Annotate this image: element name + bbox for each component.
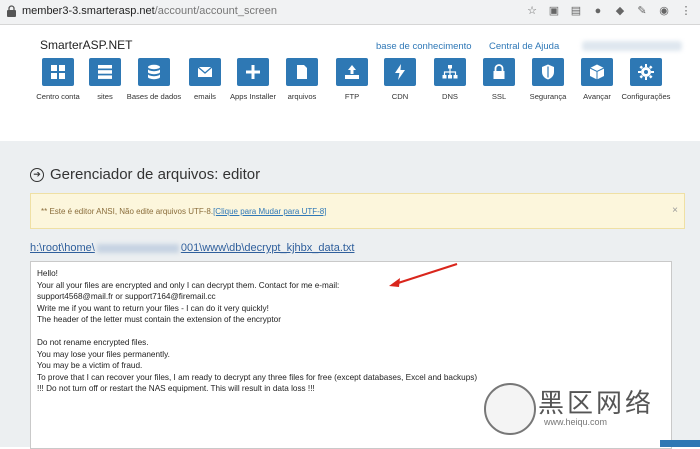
extension-icon[interactable]: ●	[592, 4, 604, 18]
envelope-icon	[197, 66, 213, 77]
extension-icon[interactable]: ◆	[614, 4, 626, 18]
warning-message: ** Este é editor ANSI, Não edite arquivo…	[41, 207, 326, 216]
file-path-link[interactable]: h:\root\home\ 001\www\db\decrypt_kjhbx_da…	[30, 242, 354, 254]
sitemap-icon	[442, 65, 458, 79]
grid-icon	[51, 65, 65, 79]
extension-icon[interactable]: ▤	[570, 4, 582, 18]
extension-icon[interactable]: ◉	[658, 4, 670, 18]
page-title-text: Gerenciador de arquivos: editor	[50, 166, 261, 183]
path-prefix: h:\root\home\	[30, 242, 95, 254]
url-path: /account/account_screen	[154, 5, 277, 17]
tool-configuracoes[interactable]: Configurações	[616, 58, 676, 102]
arrow-circle-icon: ➔	[30, 167, 44, 182]
site-logo[interactable]: SmarterASP.NET	[40, 38, 132, 52]
eyedropper-icon[interactable]: ✎	[636, 4, 648, 18]
user-account-blurred[interactable]	[582, 41, 682, 51]
bolt-icon	[395, 64, 405, 80]
lock-icon	[493, 64, 505, 79]
server-icon	[98, 65, 112, 79]
cube-icon	[589, 64, 605, 80]
browser-address-bar[interactable]: member3-3.smarterasp.net/account/account…	[0, 0, 700, 25]
menu-icon[interactable]: ⋮	[680, 4, 692, 18]
help-center-link[interactable]: Central de Ajuda	[489, 41, 559, 52]
watermark-logo	[484, 383, 536, 435]
path-suffix: 001\www\db\decrypt_kjhbx_data.txt	[180, 242, 355, 254]
watermark-url: www.heiqu.com	[544, 417, 608, 427]
extension-icon[interactable]: ▣	[548, 4, 560, 18]
knowledge-base-link[interactable]: base de conhecimento	[376, 41, 472, 52]
file-icon	[297, 65, 307, 79]
plus-icon	[246, 65, 260, 79]
editor-content[interactable]: Hello! Your all your files are encrypted…	[31, 262, 671, 401]
upload-icon	[345, 65, 359, 79]
red-arrow-annotation	[389, 262, 458, 287]
database-icon	[148, 64, 160, 80]
shield-icon	[542, 64, 554, 80]
switch-utf8-link[interactable]: [Clique para Mudar para UTF-8]	[213, 207, 326, 216]
warning-text: ** Este é editor ANSI, Não edite arquivo…	[41, 207, 214, 216]
watermark-title: 黑区网络	[538, 388, 655, 418]
close-icon[interactable]: ×	[672, 205, 678, 216]
warning-alert: ** Este é editor ANSI, Não edite arquivo…	[30, 193, 685, 229]
watermark: 黑区网络 www.heiqu.com	[482, 381, 697, 443]
url-text[interactable]: member3-3.smarterasp.net/account/account…	[22, 5, 277, 17]
gear-icon	[638, 64, 654, 80]
url-host: member3-3.smarterasp.net	[22, 5, 155, 17]
tool-label: Configurações	[621, 92, 671, 101]
page-title: ➔ Gerenciador de arquivos: editor	[30, 166, 260, 183]
lock-icon	[7, 5, 16, 17]
blurred-username	[96, 243, 179, 253]
star-icon[interactable]: ☆	[526, 4, 538, 18]
